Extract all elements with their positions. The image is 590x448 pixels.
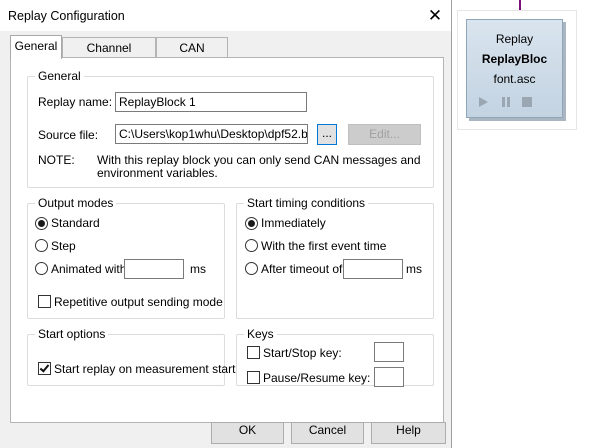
block-name-label: ReplayBloc	[481, 52, 548, 66]
start-stop-key-label[interactable]: Start/Stop key:	[263, 346, 342, 360]
replay-name-input[interactable]: ReplayBlock 1	[115, 92, 307, 112]
general-tab-panel: General Replay name: ReplayBlock 1 Sourc…	[10, 57, 444, 423]
browse-button[interactable]: ...	[317, 124, 337, 145]
animated-ms-input[interactable]	[124, 259, 184, 279]
pause-resume-key-checkbox[interactable]	[247, 371, 260, 384]
note-text-line1: With this replay block you can only send…	[97, 153, 421, 167]
dialog-titlebar[interactable]: Replay Configuration ✕	[0, 0, 451, 31]
close-icon[interactable]: ✕	[420, 3, 450, 29]
dialog-title: Replay Configuration	[8, 9, 125, 23]
pause-icon[interactable]	[501, 97, 511, 107]
timeout-ms-input[interactable]	[343, 259, 403, 279]
start-timing-group: Start timing conditions	[236, 196, 434, 319]
start-on-measurement-checkbox[interactable]	[38, 362, 51, 375]
play-icon[interactable]	[479, 97, 488, 107]
immediately-label[interactable]: Immediately	[261, 216, 326, 230]
edit-button[interactable]: Edit...	[348, 124, 421, 145]
note-label: NOTE:	[38, 153, 75, 167]
replay-name-label: Replay name:	[38, 95, 113, 109]
tab-can-options[interactable]: CAN Options	[156, 37, 228, 75]
cancel-button[interactable]: Cancel	[291, 422, 364, 444]
animated-radio[interactable]	[35, 262, 48, 275]
first-event-label[interactable]: With the first event time	[261, 239, 386, 253]
tab-channel-mapping[interactable]: Channel Mapping	[62, 37, 156, 75]
start-stop-key-checkbox[interactable]	[247, 346, 260, 359]
after-timeout-label[interactable]: After timeout of	[261, 262, 342, 276]
start-on-measurement-label[interactable]: Start replay on measurement start	[54, 362, 235, 376]
help-button[interactable]: Help	[371, 422, 446, 444]
replay-block-node[interactable]: Replay ReplayBloc font.asc	[466, 19, 563, 118]
standard-radio[interactable]	[35, 217, 48, 230]
repetitive-label[interactable]: Repetitive output sending mode	[54, 295, 223, 309]
immediately-radio[interactable]	[245, 217, 258, 230]
source-file-label: Source file:	[38, 128, 99, 142]
replay-configuration-dialog: Replay Configuration ✕ General Channel M…	[0, 0, 452, 448]
animated-label[interactable]: Animated with	[51, 262, 126, 276]
repetitive-checkbox[interactable]	[38, 295, 51, 308]
pause-resume-key-input[interactable]	[374, 367, 404, 387]
start-stop-key-input[interactable]	[374, 342, 404, 362]
block-file-label: font.asc	[493, 72, 536, 86]
standard-label[interactable]: Standard	[51, 216, 100, 230]
animated-ms-unit: ms	[190, 262, 206, 276]
general-group-legend: General	[38, 69, 81, 83]
tab-general[interactable]: General	[10, 35, 62, 59]
ok-button[interactable]: OK	[211, 422, 284, 444]
first-event-radio[interactable]	[245, 239, 258, 252]
note-text-line2: environment variables.	[97, 166, 218, 180]
start-timing-legend: Start timing conditions	[247, 196, 366, 210]
after-timeout-radio[interactable]	[245, 262, 258, 275]
block-type-label: Replay	[495, 32, 534, 46]
source-file-input[interactable]: C:\Users\kop1whu\Desktop\dpf52.blf	[115, 124, 308, 144]
pause-resume-key-label[interactable]: Pause/Resume key:	[263, 371, 370, 385]
start-options-group: Start options	[27, 327, 225, 386]
output-modes-legend: Output modes	[38, 196, 114, 210]
step-label[interactable]: Step	[51, 239, 76, 253]
keys-legend: Keys	[247, 327, 274, 341]
start-options-legend: Start options	[38, 327, 106, 341]
stop-icon[interactable]	[522, 97, 532, 107]
step-radio[interactable]	[35, 239, 48, 252]
timeout-ms-unit: ms	[406, 262, 422, 276]
